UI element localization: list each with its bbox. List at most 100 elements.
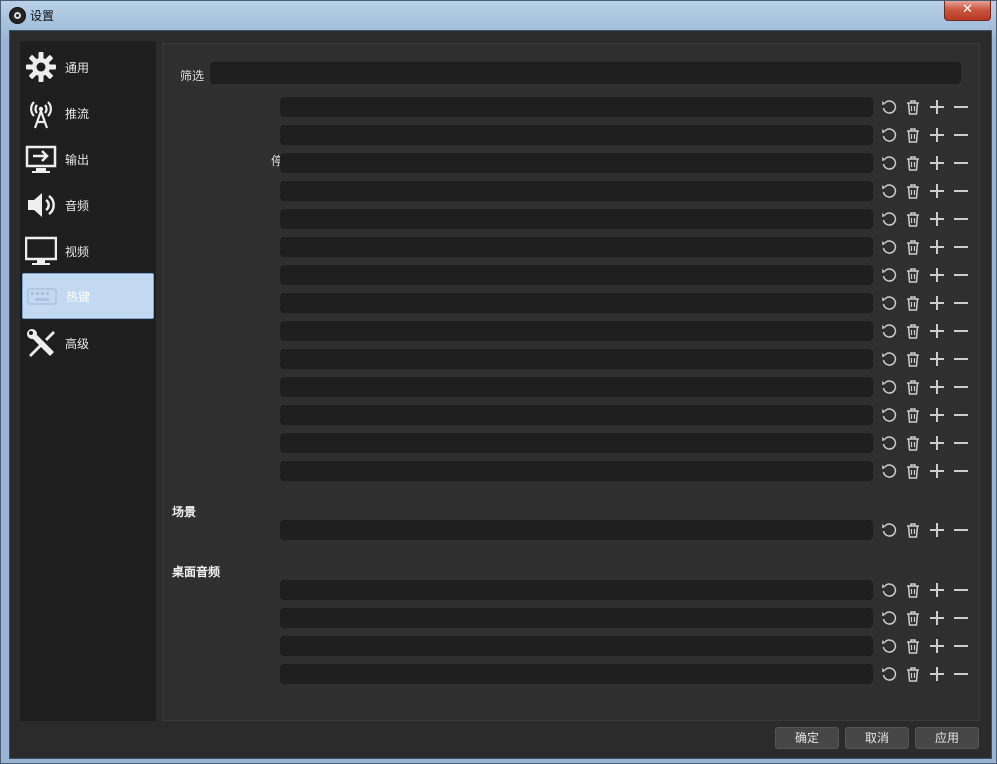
hotkey-input[interactable] (280, 664, 873, 684)
hotkey-input[interactable] (280, 377, 873, 397)
ok-button[interactable]: 确定 (775, 727, 839, 749)
trash-icon[interactable] (901, 208, 925, 230)
minus-icon[interactable] (949, 663, 973, 685)
hotkey-input[interactable] (280, 433, 873, 453)
plus-icon[interactable] (925, 607, 949, 629)
hotkey-input[interactable] (280, 580, 873, 600)
revert-icon[interactable] (877, 180, 901, 202)
sidebar-item-audio[interactable]: 音频 (22, 183, 152, 227)
revert-icon[interactable] (877, 96, 901, 118)
plus-icon[interactable] (925, 348, 949, 370)
revert-icon[interactable] (877, 404, 901, 426)
trash-icon[interactable] (901, 376, 925, 398)
hotkey-input[interactable] (280, 321, 873, 341)
trash-icon[interactable] (901, 635, 925, 657)
trash-icon[interactable] (901, 236, 925, 258)
revert-icon[interactable] (877, 519, 901, 541)
revert-icon[interactable] (877, 124, 901, 146)
plus-icon[interactable] (925, 579, 949, 601)
trash-icon[interactable] (901, 96, 925, 118)
trash-icon[interactable] (901, 663, 925, 685)
trash-icon[interactable] (901, 460, 925, 482)
minus-icon[interactable] (949, 152, 973, 174)
plus-icon[interactable] (925, 404, 949, 426)
trash-icon[interactable] (901, 292, 925, 314)
trash-icon[interactable] (901, 404, 925, 426)
revert-icon[interactable] (877, 348, 901, 370)
plus-icon[interactable] (925, 208, 949, 230)
hotkey-input[interactable] (280, 265, 873, 285)
plus-icon[interactable] (925, 96, 949, 118)
minus-icon[interactable] (949, 320, 973, 342)
plus-icon[interactable] (925, 152, 949, 174)
hotkey-input[interactable] (280, 209, 873, 229)
revert-icon[interactable] (877, 292, 901, 314)
hotkey-input[interactable] (280, 349, 873, 369)
hotkey-input[interactable] (280, 97, 873, 117)
plus-icon[interactable] (925, 320, 949, 342)
hotkey-input[interactable] (280, 125, 873, 145)
hotkey-input[interactable] (280, 405, 873, 425)
minus-icon[interactable] (949, 432, 973, 454)
revert-icon[interactable] (877, 320, 901, 342)
sidebar-item-hotkeys[interactable]: 热键 (22, 273, 154, 319)
revert-icon[interactable] (877, 607, 901, 629)
trash-icon[interactable] (901, 579, 925, 601)
minus-icon[interactable] (949, 376, 973, 398)
trash-icon[interactable] (901, 124, 925, 146)
hotkey-input[interactable] (280, 181, 873, 201)
revert-icon[interactable] (877, 208, 901, 230)
hotkey-input[interactable] (280, 461, 873, 481)
minus-icon[interactable] (949, 635, 973, 657)
revert-icon[interactable] (877, 376, 901, 398)
revert-icon[interactable] (877, 264, 901, 286)
minus-icon[interactable] (949, 519, 973, 541)
minus-icon[interactable] (949, 180, 973, 202)
plus-icon[interactable] (925, 635, 949, 657)
hotkey-input[interactable] (280, 636, 873, 656)
minus-icon[interactable] (949, 404, 973, 426)
plus-icon[interactable] (925, 663, 949, 685)
trash-icon[interactable] (901, 432, 925, 454)
minus-icon[interactable] (949, 208, 973, 230)
plus-icon[interactable] (925, 432, 949, 454)
trash-icon[interactable] (901, 348, 925, 370)
sidebar-item-general[interactable]: 通用 (22, 45, 152, 89)
hotkey-input[interactable] (280, 153, 873, 173)
hotkey-input[interactable] (280, 520, 873, 540)
revert-icon[interactable] (877, 663, 901, 685)
minus-icon[interactable] (949, 348, 973, 370)
revert-icon[interactable] (877, 579, 901, 601)
plus-icon[interactable] (925, 264, 949, 286)
minus-icon[interactable] (949, 264, 973, 286)
hotkey-input[interactable] (280, 608, 873, 628)
filter-input[interactable] (210, 62, 961, 84)
minus-icon[interactable] (949, 96, 973, 118)
revert-icon[interactable] (877, 236, 901, 258)
sidebar-item-advanced[interactable]: 高级 (22, 321, 152, 365)
apply-button[interactable]: 应用 (915, 727, 979, 749)
trash-icon[interactable] (901, 519, 925, 541)
sidebar-item-output[interactable]: 输出 (22, 137, 152, 181)
minus-icon[interactable] (949, 292, 973, 314)
hotkey-input[interactable] (280, 293, 873, 313)
minus-icon[interactable] (949, 579, 973, 601)
plus-icon[interactable] (925, 236, 949, 258)
trash-icon[interactable] (901, 607, 925, 629)
minus-icon[interactable] (949, 124, 973, 146)
plus-icon[interactable] (925, 124, 949, 146)
minus-icon[interactable] (949, 607, 973, 629)
minus-icon[interactable] (949, 460, 973, 482)
close-button[interactable]: ✕ (944, 1, 991, 21)
plus-icon[interactable] (925, 460, 949, 482)
plus-icon[interactable] (925, 376, 949, 398)
plus-icon[interactable] (925, 292, 949, 314)
cancel-button[interactable]: 取消 (845, 727, 909, 749)
revert-icon[interactable] (877, 460, 901, 482)
trash-icon[interactable] (901, 264, 925, 286)
plus-icon[interactable] (925, 519, 949, 541)
revert-icon[interactable] (877, 432, 901, 454)
hotkey-input[interactable] (280, 237, 873, 257)
sidebar-item-video[interactable]: 视频 (22, 229, 152, 273)
sidebar-item-stream[interactable]: 推流 (22, 91, 152, 135)
